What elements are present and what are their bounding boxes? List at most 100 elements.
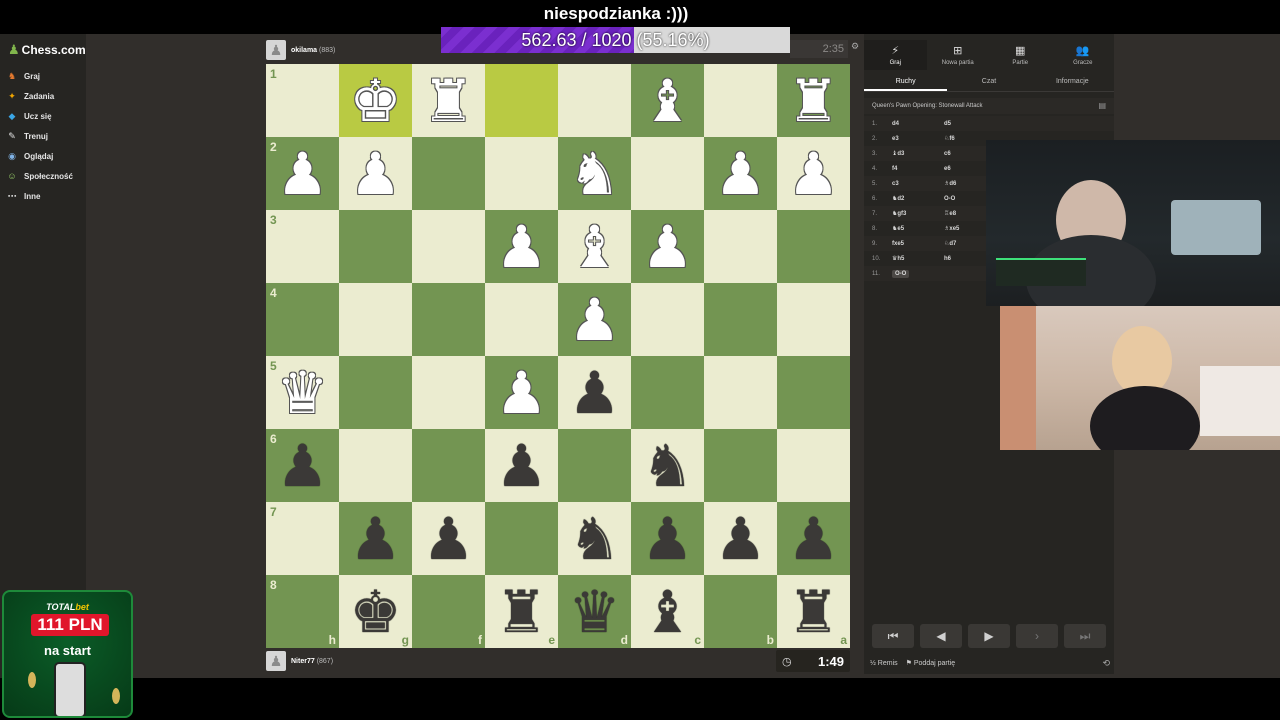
board-square[interactable] — [339, 210, 412, 283]
tab-3[interactable]: 👥 Gracze — [1052, 40, 1115, 70]
resign-button[interactable]: ⚑ Poddaj partię — [906, 659, 956, 667]
white-move[interactable]: fxe5 — [892, 241, 944, 247]
board-square[interactable] — [631, 137, 704, 210]
black-pawn-icon[interactable]: ♟ — [485, 429, 558, 502]
sidebar-item-0[interactable]: ♞ Graj — [6, 66, 73, 86]
black-bishop-icon[interactable]: ♝ — [631, 575, 704, 648]
black-move[interactable]: d5 — [944, 121, 996, 127]
white-move[interactable]: ♝d3 — [892, 150, 944, 157]
board-square[interactable] — [485, 502, 558, 575]
chess-board[interactable]: 1 ♚ ♜ ♝ ♜ 2 ♟ ♟ ♞ ♟ ♟ 3 ♟ ♝ ♟ 4 ♟ 5 ♛ ♟ ♟ 6 ♟ ♟ ♞ 7 ♟ ♟ ♞ ♟ ♟ ♟ 8 h g ♚ f e ♜ d… — [266, 64, 850, 648]
board-square[interactable] — [704, 356, 777, 429]
board-square[interactable] — [412, 210, 485, 283]
promo-ad[interactable]: TOTALbet 111 PLN na start — [2, 590, 133, 718]
white-move[interactable]: d4 — [892, 121, 944, 127]
white-bishop-icon[interactable]: ♝ — [558, 210, 631, 283]
black-knight-icon[interactable]: ♞ — [631, 429, 704, 502]
board-square[interactable] — [339, 429, 412, 502]
board-square[interactable]: ♞ — [631, 429, 704, 502]
play-button[interactable]: ▶ — [968, 624, 1010, 648]
white-pawn-icon[interactable]: ♟ — [485, 356, 558, 429]
sidebar-item-6[interactable]: ⋯ Inne — [6, 186, 73, 206]
flip-board-icon[interactable]: ⟲ — [1102, 658, 1110, 669]
board-square[interactable]: 7 — [266, 502, 339, 575]
chesscom-logo[interactable]: ♟ Chess.com — [8, 42, 86, 58]
board-square[interactable]: d ♛ — [558, 575, 631, 648]
black-pawn-icon[interactable]: ♟ — [558, 356, 631, 429]
white-pawn-icon[interactable]: ♟ — [485, 210, 558, 283]
white-rook-icon[interactable]: ♜ — [777, 64, 850, 137]
board-square[interactable] — [631, 283, 704, 356]
black-pawn-icon[interactable]: ♟ — [266, 429, 339, 502]
board-square[interactable] — [777, 210, 850, 283]
white-move[interactable]: ♞d2 — [892, 195, 944, 202]
board-square[interactable] — [339, 356, 412, 429]
board-square[interactable]: ♟ — [485, 429, 558, 502]
white-move[interactable]: f4 — [892, 166, 944, 172]
board-square[interactable] — [704, 210, 777, 283]
white-rook-icon[interactable]: ♜ — [412, 64, 485, 137]
board-square[interactable] — [485, 64, 558, 137]
avatar[interactable]: ♟ — [266, 651, 286, 671]
board-square[interactable]: ♝ — [631, 64, 704, 137]
board-square[interactable]: 5 ♛ — [266, 356, 339, 429]
subtab-1[interactable]: Czat — [947, 72, 1030, 91]
white-pawn-icon[interactable]: ♟ — [339, 137, 412, 210]
board-square[interactable] — [412, 283, 485, 356]
bottom-player-name[interactable]: Niter77 (867) — [291, 658, 333, 665]
board-square[interactable] — [704, 429, 777, 502]
black-pawn-icon[interactable]: ♟ — [631, 502, 704, 575]
white-move[interactable]: ♞gf3 — [892, 210, 944, 217]
board-square[interactable]: ♟ — [339, 137, 412, 210]
board-square[interactable] — [485, 283, 558, 356]
white-pawn-icon[interactable]: ♟ — [266, 137, 339, 210]
board-square[interactable] — [339, 283, 412, 356]
board-square[interactable]: ♝ — [558, 210, 631, 283]
white-bishop-icon[interactable]: ♝ — [631, 64, 704, 137]
board-square[interactable]: 8h — [266, 575, 339, 648]
board-square[interactable]: g ♚ — [339, 575, 412, 648]
board-square[interactable] — [631, 356, 704, 429]
white-queen-icon[interactable]: ♛ — [266, 356, 339, 429]
white-move[interactable]: c3 — [892, 181, 944, 187]
next-move-button[interactable]: › — [1016, 624, 1058, 648]
sidebar-item-1[interactable]: ✦ Zadania — [6, 86, 73, 106]
white-pawn-icon[interactable]: ♟ — [558, 283, 631, 356]
subtab-2[interactable]: Informacje — [1031, 72, 1114, 91]
board-square[interactable] — [412, 429, 485, 502]
board-square[interactable]: a ♜ — [777, 575, 850, 648]
board-square[interactable]: ♟ — [631, 210, 704, 283]
white-move[interactable]: ♛h5 — [892, 255, 944, 262]
board-square[interactable]: ♜ — [412, 64, 485, 137]
board-square[interactable] — [777, 283, 850, 356]
last-move-button[interactable]: ⏭ — [1064, 624, 1106, 648]
black-knight-icon[interactable]: ♞ — [558, 502, 631, 575]
tab-0[interactable]: ⚡ Graj — [864, 40, 927, 70]
first-move-button[interactable]: ⏮ — [872, 624, 914, 648]
board-square[interactable]: b — [704, 575, 777, 648]
white-pawn-icon[interactable]: ♟ — [631, 210, 704, 283]
board-square[interactable]: ♟ — [339, 502, 412, 575]
black-king-icon[interactable]: ♚ — [339, 575, 412, 648]
board-square[interactable]: ♟ — [631, 502, 704, 575]
previous-move-button[interactable]: ◀ — [920, 624, 962, 648]
board-square[interactable] — [704, 64, 777, 137]
board-square[interactable] — [412, 137, 485, 210]
board-square[interactable]: 1 — [266, 64, 339, 137]
board-square[interactable] — [777, 429, 850, 502]
board-square[interactable] — [558, 429, 631, 502]
board-square[interactable]: ♟ — [558, 283, 631, 356]
white-move[interactable]: e3 — [892, 136, 944, 142]
white-move[interactable]: ♞e5 — [892, 225, 944, 232]
board-square[interactable]: f — [412, 575, 485, 648]
sidebar-item-3[interactable]: ✎ Trenuj — [6, 126, 73, 146]
white-pawn-icon[interactable]: ♟ — [777, 137, 850, 210]
board-square[interactable]: ♚ — [339, 64, 412, 137]
board-square[interactable]: 3 — [266, 210, 339, 283]
tab-1[interactable]: ⊞ Nowa partia — [927, 40, 990, 70]
black-pawn-icon[interactable]: ♟ — [704, 502, 777, 575]
white-pawn-icon[interactable]: ♟ — [704, 137, 777, 210]
board-square[interactable]: ♜ — [777, 64, 850, 137]
board-square[interactable]: c ♝ — [631, 575, 704, 648]
board-square[interactable]: ♟ — [777, 502, 850, 575]
